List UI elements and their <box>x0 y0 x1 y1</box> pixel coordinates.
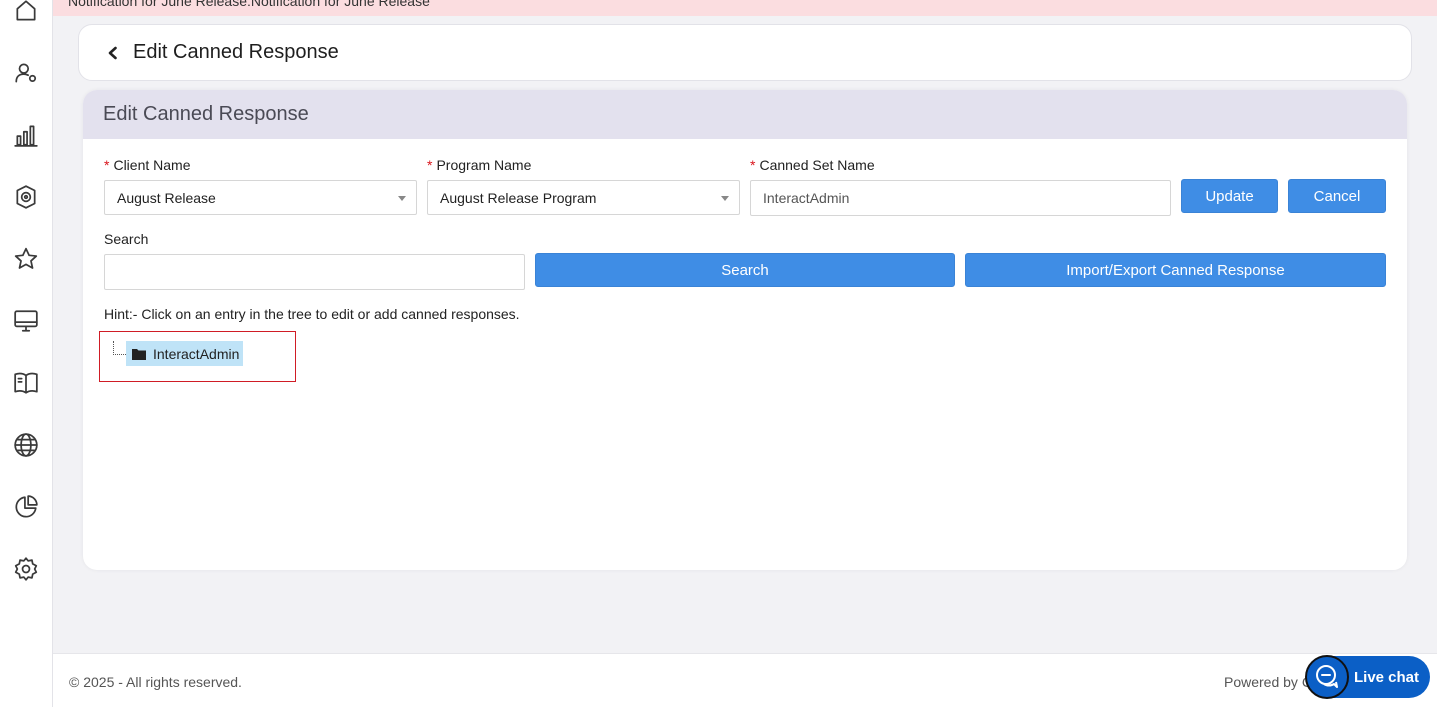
canned-set-name-label-text: Canned Set Name <box>759 157 875 173</box>
back-button[interactable] <box>103 43 123 63</box>
card-title: Edit Canned Response <box>103 103 309 125</box>
search-input[interactable] <box>104 254 525 290</box>
home-icon[interactable] <box>12 0 40 25</box>
footer: © 2025 - All rights reserved. Powered by… <box>53 653 1437 707</box>
tree-connector <box>113 354 126 355</box>
import-export-button[interactable]: Import/Export Canned Response <box>965 253 1386 287</box>
client-name-label-text: Client Name <box>113 157 191 173</box>
required-mark: * <box>104 157 110 173</box>
search-label: Search <box>104 231 149 247</box>
client-name-value: August Release <box>117 189 216 206</box>
star-icon[interactable] <box>12 245 40 273</box>
bar-chart-icon[interactable] <box>12 121 40 149</box>
monitor-icon[interactable] <box>12 307 40 335</box>
copyright-text: © 2025 - All rights reserved. <box>69 674 242 690</box>
page-header: Edit Canned Response <box>78 24 1412 81</box>
canned-response-tree: InteractAdmin <box>99 331 296 382</box>
user-settings-icon[interactable] <box>12 59 40 87</box>
canned-set-name-label: * Canned Set Name <box>750 157 875 173</box>
book-icon[interactable] <box>12 369 40 397</box>
client-name-select[interactable]: August Release <box>104 180 417 215</box>
program-name-label: * Program Name <box>427 157 531 173</box>
powered-by-text: Powered by C <box>1224 674 1312 690</box>
canned-set-name-input[interactable] <box>750 180 1171 216</box>
program-name-label-text: Program Name <box>436 157 532 173</box>
search-button[interactable]: Search <box>535 253 955 287</box>
live-chat-button[interactable]: Live chat <box>1305 655 1430 699</box>
cancel-button[interactable]: Cancel <box>1288 179 1386 213</box>
caret-down-icon <box>721 196 729 201</box>
hint-text: Hint:- Click on an entry in the tree to … <box>104 306 520 322</box>
card-header: Edit Canned Response <box>83 90 1407 139</box>
globe-icon[interactable] <box>12 431 40 459</box>
edit-canned-response-card: Edit Canned Response * Client Name August… <box>83 90 1407 570</box>
client-name-label: * Client Name <box>104 157 190 173</box>
pie-chart-icon[interactable] <box>12 493 40 521</box>
chevron-left-icon <box>108 46 117 59</box>
notification-banner: Notification for June Release:Notificati… <box>53 0 1437 16</box>
notification-text: Notification for June Release:Notificati… <box>68 0 430 9</box>
page-title: Edit Canned Response <box>133 41 339 63</box>
sidebar <box>0 0 53 707</box>
gear-icon[interactable] <box>12 555 40 583</box>
caret-down-icon <box>398 196 406 201</box>
required-mark: * <box>750 157 756 173</box>
update-button[interactable]: Update <box>1181 179 1278 213</box>
folder-icon <box>132 348 146 360</box>
tree-node-interactadmin[interactable]: InteractAdmin <box>126 341 244 366</box>
program-name-select[interactable]: August Release Program <box>427 180 740 215</box>
tree-node-label: InteractAdmin <box>153 345 240 362</box>
chat-bubble-icon <box>1305 655 1349 699</box>
required-mark: * <box>427 157 433 173</box>
tree-connector <box>113 341 114 355</box>
target-icon[interactable] <box>12 183 40 211</box>
program-name-value: August Release Program <box>440 189 597 206</box>
live-chat-label: Live chat <box>1354 668 1420 686</box>
